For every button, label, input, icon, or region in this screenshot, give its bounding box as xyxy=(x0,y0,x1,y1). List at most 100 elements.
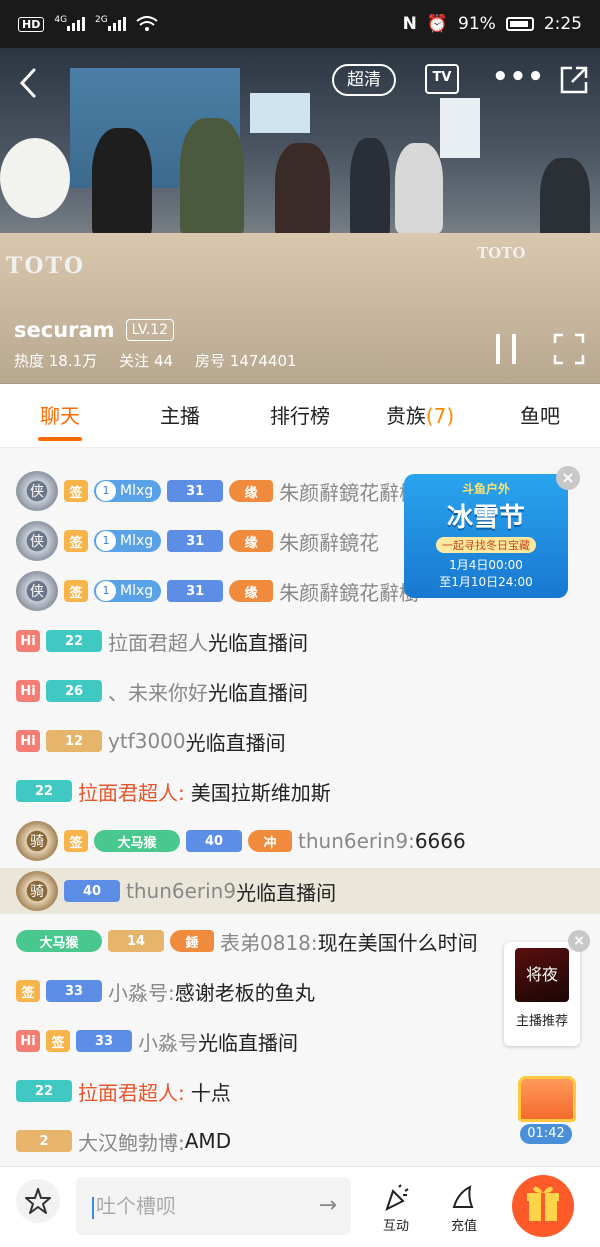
signal-icon-2: 2G xyxy=(95,15,126,34)
recharge-label: 充值 xyxy=(450,1219,477,1234)
chat-username[interactable]: 朱颜辭鏡花辭樹 xyxy=(279,477,419,506)
anchor-recommend-card[interactable]: 将夜 主播推荐 xyxy=(504,942,580,1046)
quality-button[interactable]: 超清 xyxy=(332,64,396,96)
chat-message: 22 拉面君超人: 十点 xyxy=(16,1068,231,1114)
level-badge: 33 xyxy=(46,980,102,1002)
fan-badge: 大马猴 xyxy=(94,830,180,852)
fan-badge: 1 Mlxg xyxy=(94,480,162,502)
streamer-name: securam xyxy=(14,318,115,342)
streamer-level: LV.12 xyxy=(125,319,174,341)
fullscreen-button[interactable] xyxy=(553,333,585,365)
chat-input[interactable]: 吐个槽呗 → xyxy=(76,1177,351,1235)
chat-username[interactable]: 拉面君超人: xyxy=(78,777,185,806)
scene-person xyxy=(395,143,443,233)
interact-label: 互动 xyxy=(382,1219,409,1234)
tab-fish-bar[interactable]: 鱼吧 xyxy=(480,384,600,447)
bottom-bar: 吐个槽呗 → 互动 充值 xyxy=(0,1166,600,1247)
alarm-icon: ⏰ xyxy=(426,14,449,34)
recharge-button[interactable]: 充值 xyxy=(444,1183,484,1234)
hi-badge: Hi xyxy=(16,680,40,702)
event-banner-card[interactable]: 斗鱼户外 冰雪节 一起寻找冬日宝藏 1月4日00:00 至1月10日24:00 xyxy=(404,474,568,598)
treasure-chest[interactable]: 01:42 xyxy=(516,1076,578,1146)
tag-badge: 缘 xyxy=(229,580,274,602)
sign-badge: 签 xyxy=(64,530,88,552)
scene-person xyxy=(275,143,330,238)
status-bar: HD 4G 2G N ⏰ 91% 2:25 xyxy=(0,0,600,48)
chat-message: 侠 签 1 Mlxg 31 缘 朱颜辭鏡花 xyxy=(16,518,379,564)
share-button[interactable] xyxy=(558,64,590,96)
level-badge: 33 xyxy=(76,1030,132,1052)
chat-text: 光临直播间 xyxy=(185,730,286,755)
chat-username[interactable]: 大汉鲍勃博: xyxy=(78,1127,185,1156)
chat-text: 美国拉斯维加斯 xyxy=(190,780,331,805)
anchor-recommend-label: 主播推荐 xyxy=(515,1014,568,1029)
chat-text: 光临直播间 xyxy=(208,630,308,655)
chat-username[interactable]: thun6erin9: xyxy=(298,829,415,853)
chat-username[interactable]: 朱颜辭鏡花 xyxy=(279,527,379,556)
chat-username[interactable]: 表弟0818: xyxy=(220,927,318,956)
scene-screen xyxy=(250,93,310,133)
fan-badge: 大马猴 xyxy=(16,930,102,952)
wifi-icon xyxy=(136,16,158,31)
chat-username[interactable]: 、未来你好 xyxy=(108,677,208,706)
fan-badge: 1 Mlxg xyxy=(94,580,162,602)
scene-person xyxy=(92,128,152,238)
sign-badge: 签 xyxy=(64,830,88,852)
chat-username[interactable]: 拉面君超人: xyxy=(78,1077,185,1106)
scene-person xyxy=(350,138,390,238)
chat-message: 侠 签 1 Mlxg 31 缘 朱颜辭鏡花辭樹 xyxy=(16,568,419,614)
chat-message: 2 大汉鲍勃博: AMD xyxy=(16,1118,231,1164)
level-badge: 22 xyxy=(16,780,72,802)
interact-button[interactable]: 互动 xyxy=(376,1183,416,1234)
video-player[interactable]: TOTO TOTO 超清 TV ••• securam LV.12 热度 18.… xyxy=(0,48,600,384)
chat-username[interactable]: 小淼号: xyxy=(108,977,175,1006)
hi-badge: Hi xyxy=(16,630,40,652)
event-banner-date: 1月4日00:00 xyxy=(449,558,523,572)
event-banner[interactable]: 斗鱼户外 冰雪节 一起寻找冬日宝藏 1月4日00:00 至1月10日24:00 … xyxy=(404,466,580,598)
chat-text: 感谢老板的鱼丸 xyxy=(174,980,315,1005)
back-button[interactable] xyxy=(14,66,44,100)
chat-username[interactable]: 朱颜辭鏡花辭樹 xyxy=(279,577,419,606)
close-icon[interactable]: × xyxy=(556,466,580,490)
pause-button[interactable] xyxy=(492,334,520,364)
tag-badge: 缘 xyxy=(229,530,274,552)
chat-username[interactable]: 小淼号 xyxy=(138,1027,198,1056)
level-badge: 31 xyxy=(167,480,224,502)
level-badge: 26 xyxy=(46,680,102,702)
noble-badge: 侠 xyxy=(16,471,58,511)
fin-icon xyxy=(452,1185,474,1208)
more-button[interactable]: ••• xyxy=(492,62,545,92)
heat-value: 热度 18.1万 xyxy=(14,352,98,370)
chest-icon xyxy=(518,1076,576,1122)
chat-message: Hi 签 33 小淼号 光临直播间 xyxy=(16,1018,298,1064)
star-icon xyxy=(25,1188,51,1214)
scene-brand-text: TOTO xyxy=(477,244,526,262)
scene-screen xyxy=(440,98,480,158)
level-badge: 40 xyxy=(186,830,242,852)
tab-bar: 聊天 主播 排行榜 贵族(7) 鱼吧 xyxy=(0,384,600,448)
level-badge: 31 xyxy=(167,530,224,552)
gift-button[interactable] xyxy=(512,1175,574,1237)
chat-message: 骑 签 大马猴 40 冲 thun6erin9: 6666 xyxy=(16,818,466,864)
noble-badge: 骑 xyxy=(16,821,58,861)
game-thumbnail: 将夜 xyxy=(515,948,569,1002)
send-arrow-icon[interactable]: → xyxy=(319,1177,337,1235)
tv-cast-button[interactable]: TV xyxy=(425,64,459,94)
chat-username[interactable]: thun6erin9 xyxy=(126,879,236,903)
tab-anchor[interactable]: 主播 xyxy=(120,384,240,447)
chat-username[interactable]: 拉面君超人 xyxy=(108,627,208,656)
party-popper-icon xyxy=(385,1184,409,1211)
room-stats: 热度 18.1万 关注 44 房号 1474401 xyxy=(14,350,297,371)
level-badge: 2 xyxy=(16,1130,72,1152)
tab-chat[interactable]: 聊天 xyxy=(0,384,120,447)
chat-message: Hi 12 ytf3000 光临直播间 xyxy=(16,718,286,764)
tab-ranking[interactable]: 排行榜 xyxy=(240,384,360,447)
event-banner-title: 冰雪节 xyxy=(446,503,525,533)
scene-flowers xyxy=(0,138,70,218)
close-icon[interactable]: × xyxy=(568,930,590,952)
tab-nobility[interactable]: 贵族(7) xyxy=(360,384,480,447)
chat-username[interactable]: ytf3000 xyxy=(108,729,186,753)
emoji-button[interactable] xyxy=(16,1179,60,1223)
level-badge: 22 xyxy=(46,630,102,652)
anchor-recommend[interactable]: 将夜 主播推荐 × xyxy=(504,930,592,1046)
